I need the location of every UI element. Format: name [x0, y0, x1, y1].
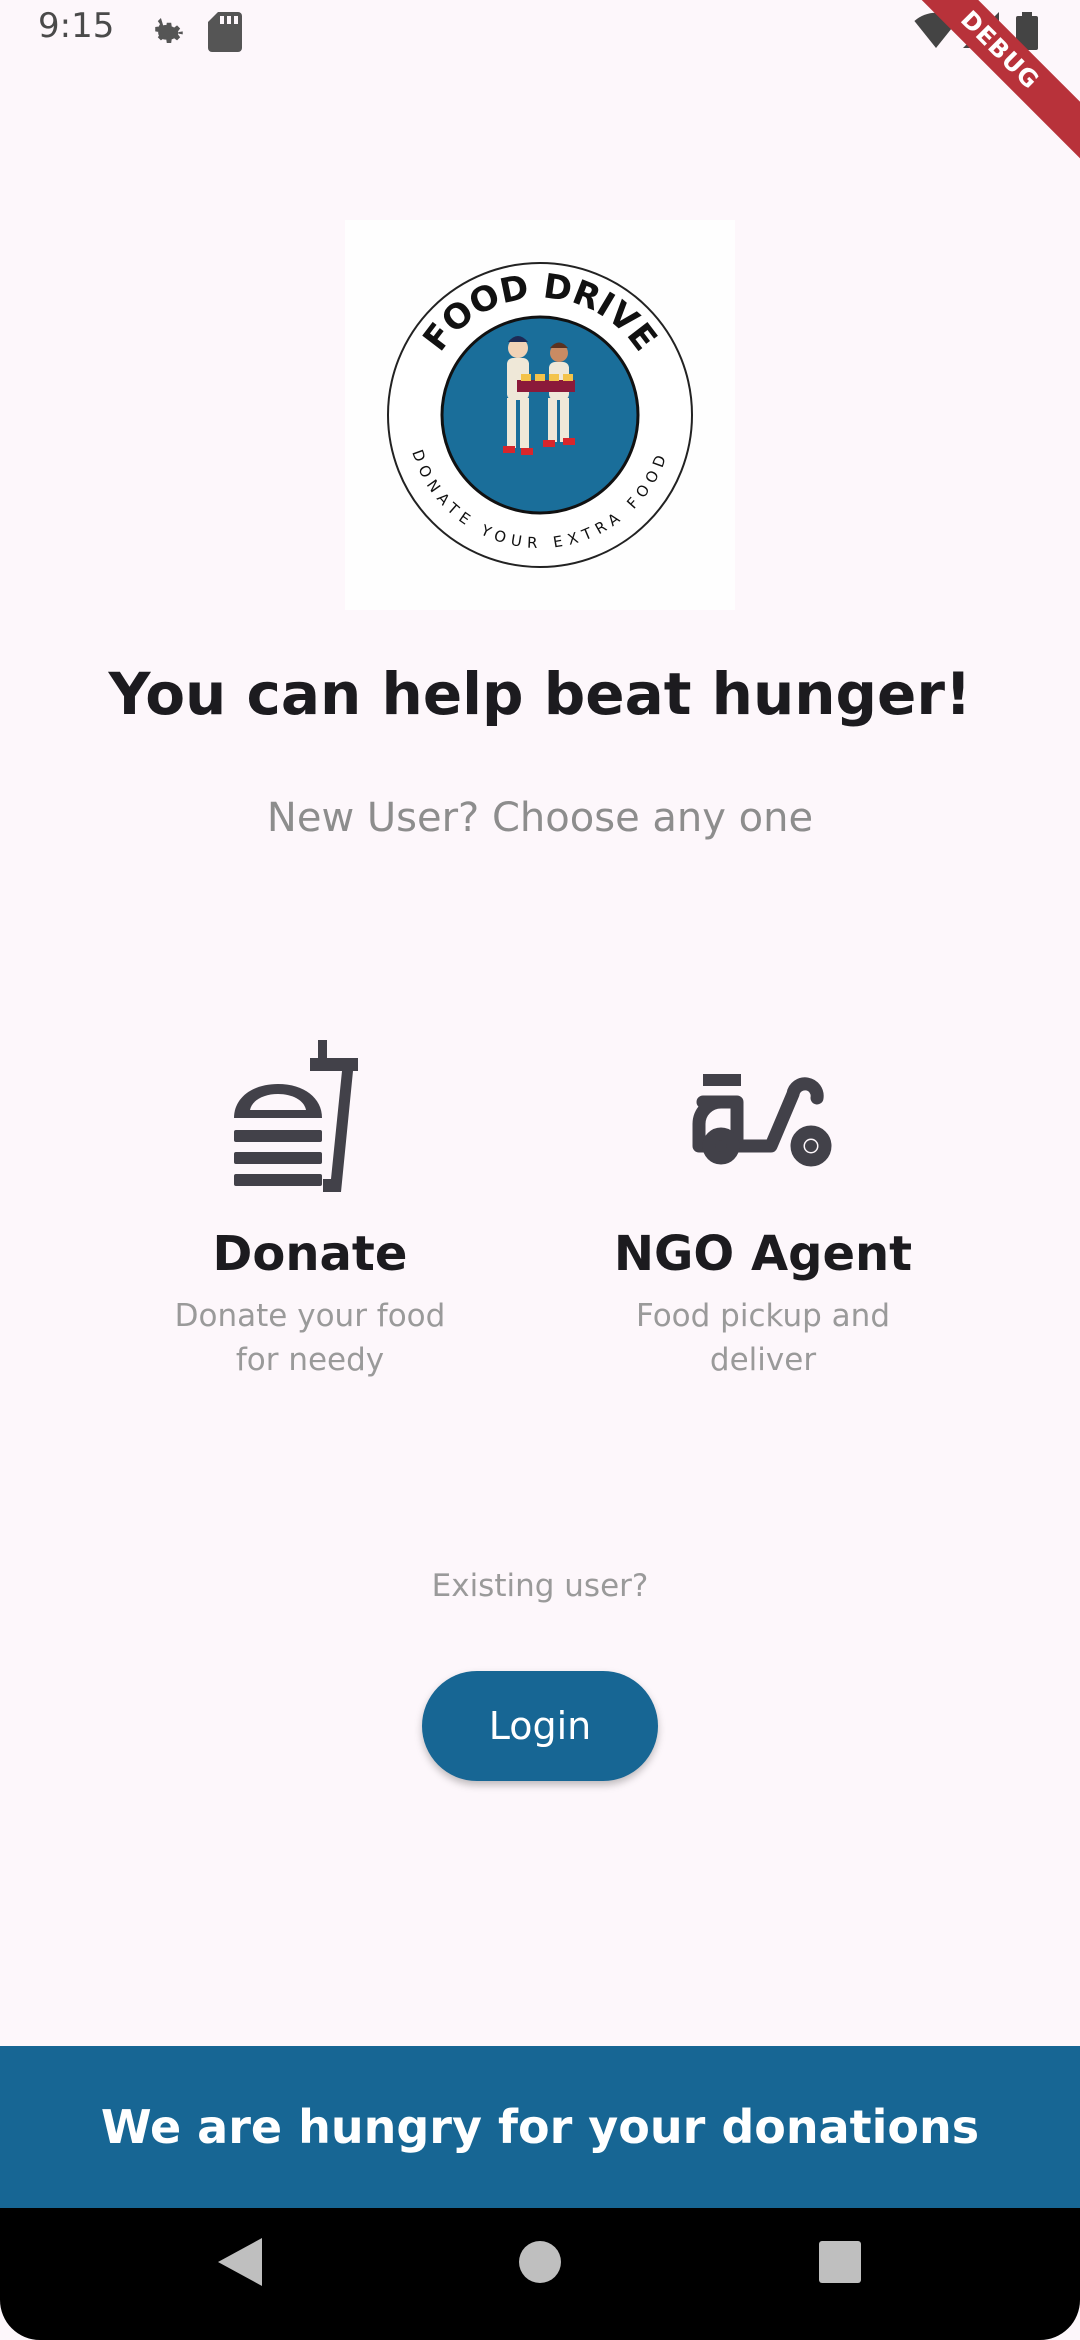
donate-option[interactable]: Donate Donate your food for needy [100, 1040, 520, 1382]
moped-icon [553, 1040, 973, 1204]
ngo-agent-option[interactable]: NGO Agent Food pickup and deliver [553, 1040, 973, 1382]
status-time: 9:15 [38, 6, 115, 46]
food-drive-logo: FOOD DRIVE DONATE YOUR EXTRA FOOD [345, 220, 735, 610]
existing-user-label: Existing user? [431, 1568, 649, 1604]
settings-icon [146, 12, 186, 56]
recents-icon[interactable] [818, 2238, 862, 2290]
fastfood-icon [100, 1040, 520, 1204]
status-bar: 9:15 [0, 0, 1080, 66]
page-subtitle: New User? Choose any one [266, 795, 814, 841]
donate-title: Donate [212, 1226, 408, 1282]
login-button[interactable]: Login [422, 1671, 658, 1781]
home-icon[interactable] [518, 2238, 562, 2290]
footer-banner: We are hungry for your donations [0, 2046, 1080, 2208]
back-icon[interactable] [218, 2238, 262, 2290]
ngo-agent-title: NGO Agent [613, 1226, 913, 1282]
ngo-agent-description: Food pickup and deliver [635, 1298, 891, 1378]
donate-description: Donate your food for needy [174, 1298, 446, 1378]
page-title: You can help beat hunger! [108, 660, 972, 728]
sd-card-icon [208, 12, 242, 56]
navigation-bar [0, 2208, 1080, 2340]
